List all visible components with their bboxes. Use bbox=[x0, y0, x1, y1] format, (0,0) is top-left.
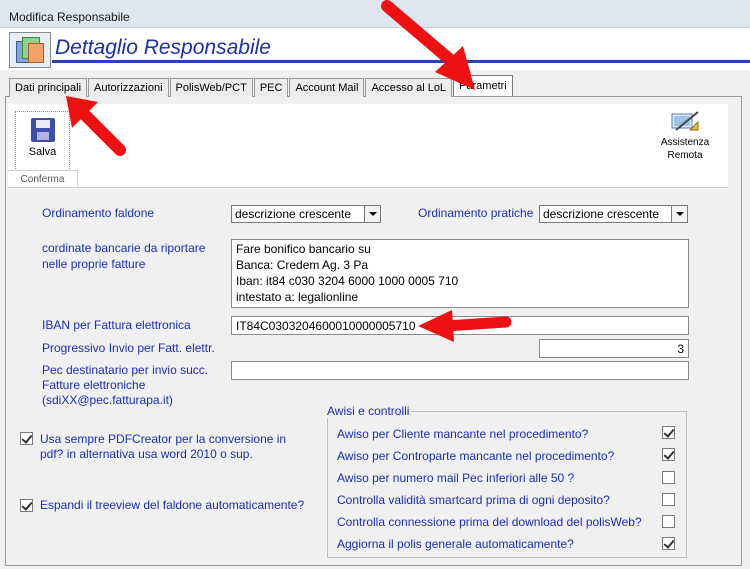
ordinamento-faldone-label: Ordinamento faldone bbox=[42, 206, 155, 220]
remote-assistance-icon bbox=[670, 110, 700, 136]
ordinamento-pratiche-select[interactable]: descrizione crescente bbox=[539, 205, 688, 223]
avviso-cliente-label: Awiso per Cliente mancante nel procedime… bbox=[337, 427, 589, 441]
controlla-connessione-checkbox[interactable] bbox=[662, 515, 675, 528]
annotation-arrow-dati-principali bbox=[66, 96, 126, 156]
pdfcreator-checkbox[interactable] bbox=[20, 432, 33, 445]
tab-pec[interactable]: PEC bbox=[253, 78, 289, 97]
pec-input[interactable] bbox=[231, 361, 689, 380]
annotation-arrow-parametri bbox=[381, 0, 475, 90]
tab-account-mail[interactable]: Account Mail bbox=[289, 78, 365, 97]
avvisi-title: Awisi e controlli bbox=[325, 404, 412, 418]
ordinamento-faldone-value: descrizione crescente bbox=[235, 207, 352, 221]
pec-label-3: (sdiXX@pec.fatturapa.it) bbox=[42, 393, 173, 407]
page-title: Dettaglio Responsabile bbox=[55, 36, 271, 59]
progressivo-label: Progressivo Invio per Fatt. elettr. bbox=[42, 341, 215, 355]
ordinamento-pratiche-value: descrizione crescente bbox=[543, 207, 660, 221]
pec-label-2: Fatture elettroniche bbox=[42, 378, 146, 392]
remote-assistance-label-2: Remota bbox=[667, 150, 703, 161]
remote-assistance-label-1: Assistenza bbox=[660, 137, 710, 148]
coordinate-bancarie-label-2: nelle proprie fatture bbox=[42, 257, 146, 271]
controlla-connessione-label: Controlla connessione prima del download… bbox=[337, 515, 642, 529]
coordinate-bancarie-textarea[interactable]: Fare bonifico bancario su Banca: Credem … bbox=[231, 239, 689, 308]
treeview-label: Espandi il treeview del faldone automati… bbox=[40, 498, 305, 512]
avviso-controparte-label: Awiso per Controparte mancante nel proce… bbox=[337, 449, 615, 463]
floppy-disk-icon bbox=[30, 118, 55, 142]
progressivo-input[interactable]: 3 bbox=[539, 339, 689, 358]
address-book-icon bbox=[9, 32, 51, 68]
ribbon-group-label: Conferma bbox=[8, 170, 78, 188]
tab-polisweb-pct[interactable]: PolisWeb/PCT bbox=[169, 78, 253, 97]
coordinate-bancarie-label-1: cordinate bancarie da riportare bbox=[42, 241, 206, 255]
annotation-arrow-iban bbox=[418, 310, 512, 342]
avviso-pec-label: Awiso per numero mail Pec inferiori alle… bbox=[337, 471, 575, 485]
ordinamento-pratiche-label: Ordinamento pratiche bbox=[418, 206, 534, 220]
chevron-down-icon[interactable] bbox=[671, 206, 687, 222]
avviso-pec-checkbox[interactable] bbox=[662, 471, 675, 484]
remote-assistance-button[interactable]: Assistenza Remota bbox=[650, 110, 720, 170]
treeview-checkbox[interactable] bbox=[20, 499, 33, 512]
pdfcreator-label-1: Usa sempre PDFCreator per la conversione… bbox=[40, 432, 287, 446]
aggiorna-polis-label: Aggiorna il polis generale automaticamen… bbox=[337, 537, 574, 551]
controlla-smartcard-checkbox[interactable] bbox=[662, 493, 675, 506]
avviso-cliente-checkbox[interactable] bbox=[662, 426, 675, 439]
chevron-down-icon[interactable] bbox=[364, 206, 380, 222]
pdfcreator-label-2: pdf? in alternativa usa word 2010 o sup. bbox=[40, 447, 253, 461]
pec-label-1: Pec destinatario per invio succ. bbox=[42, 363, 209, 377]
ordinamento-faldone-select[interactable]: descrizione crescente bbox=[231, 205, 381, 223]
iban-label: IBAN per Fattura elettronica bbox=[42, 318, 191, 332]
controlla-smartcard-label: Controlla validità smartcard prima di og… bbox=[337, 493, 610, 507]
aggiorna-polis-checkbox[interactable] bbox=[662, 537, 675, 550]
avviso-controparte-checkbox[interactable] bbox=[662, 448, 675, 461]
